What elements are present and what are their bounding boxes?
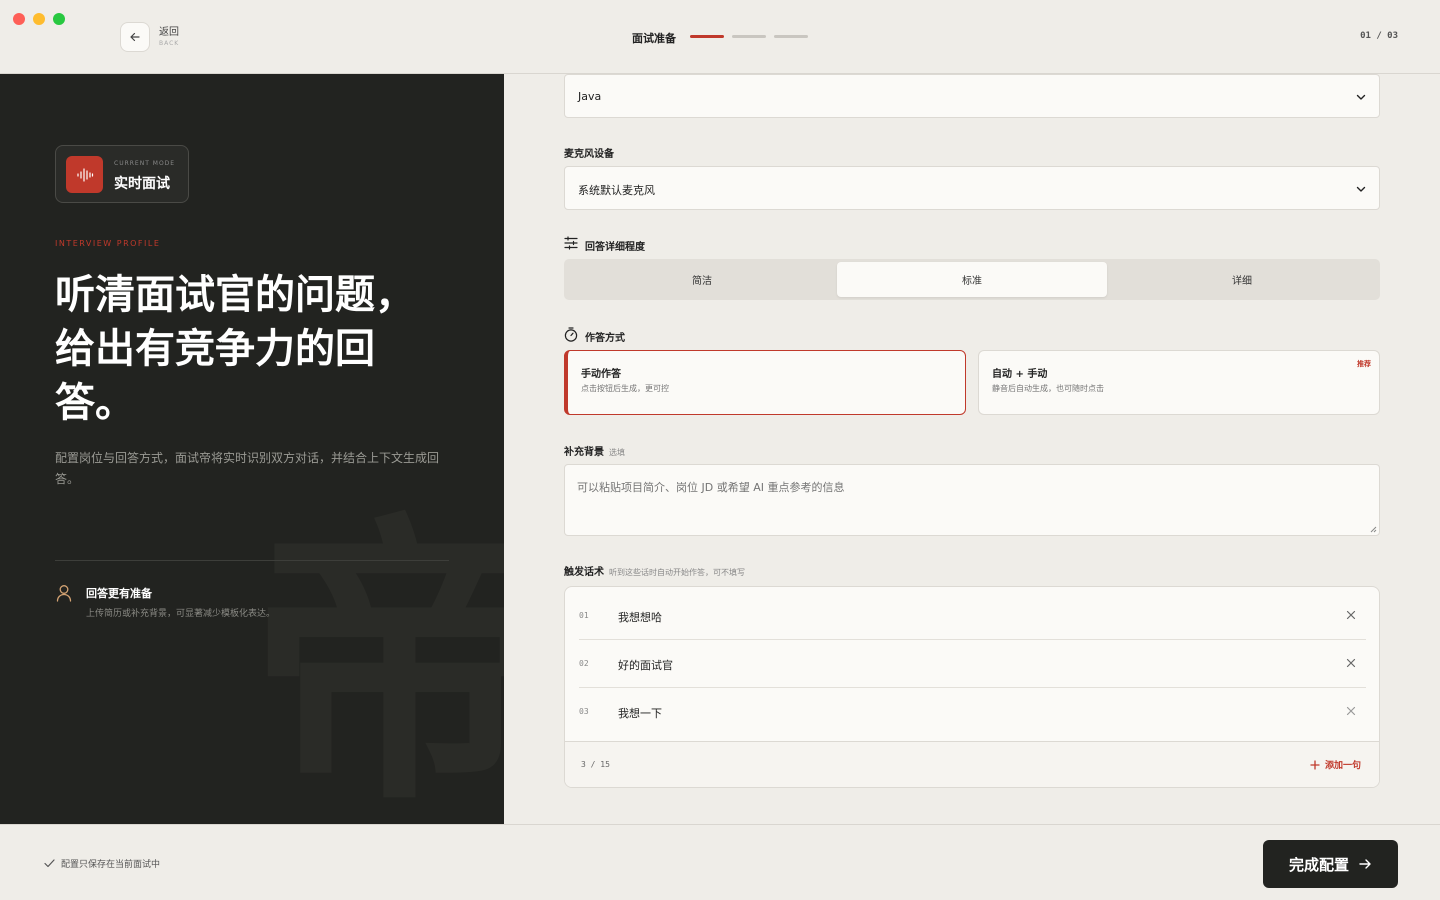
language-value: Java (578, 90, 602, 103)
trigger-phrase-row: 02 好的面试官 (579, 640, 1366, 688)
window-zoom-button[interactable] (53, 13, 65, 25)
detail-option-concise[interactable]: 简洁 (567, 262, 837, 297)
mode-name: 实时面试 (114, 176, 170, 192)
arrow-right-icon (1359, 859, 1371, 869)
answer-mode-manual[interactable]: 手动作答 点击按钮后生成，更可控 (564, 350, 966, 415)
phrase-number: 03 (579, 707, 589, 716)
save-note: 配置只保存在当前面试中 (44, 857, 160, 870)
phrase-list-footer: 3 / 15 添加一句 (565, 741, 1379, 787)
phrase-number: 01 (579, 611, 589, 620)
save-note-text: 配置只保存在当前面试中 (61, 860, 161, 870)
settings-form: Java 麦克风设备 系统默认麦克风 回答详细程度 简洁 标准 详细 作答方式 … (504, 74, 1440, 824)
answer-mode-auto[interactable]: 自动 + 手动 静音后自动生成，也可随时点击 推荐 (978, 350, 1380, 415)
headline: 听清面试官的问题，给出有竞争力的回答。 (55, 271, 415, 426)
recommended-badge: 推荐 (1357, 360, 1371, 368)
watermark-glyph: 帝 (250, 487, 504, 824)
chevron-down-icon (1356, 94, 1366, 100)
step-title: 面试准备 (632, 32, 676, 45)
step-indicator-3 (774, 35, 808, 38)
trigger-label-text: 触发话术 (564, 567, 604, 578)
plus-icon (1310, 759, 1320, 770)
arrow-left-icon (130, 32, 140, 42)
back-label-group: 返回 BACK (159, 28, 179, 47)
close-icon[interactable] (1346, 658, 1356, 668)
trigger-phrase-row: 01 我想想哈 (579, 592, 1366, 640)
feature-description: 上传简历或补充背景，可显著减少模板化表达。 (86, 609, 276, 619)
close-icon[interactable] (1346, 706, 1356, 716)
trigger-phrase-row: 03 我想一下 (579, 688, 1366, 736)
step-indicator-2 (732, 35, 766, 38)
phrase-text[interactable]: 我想一下 (618, 705, 662, 721)
check-icon (44, 859, 55, 868)
timer-icon (564, 327, 578, 342)
mic-select[interactable]: 系统默认麦克风 (564, 166, 1380, 210)
phrase-text[interactable]: 我想想哈 (618, 609, 662, 625)
back-sublabel: BACK (159, 40, 180, 47)
feature-title: 回答更有准备 (86, 587, 152, 600)
step-indicator-1 (690, 35, 724, 38)
phrase-text[interactable]: 好的面试官 (618, 657, 673, 673)
resize-handle-icon[interactable] (1370, 526, 1377, 533)
mic-label: 麦克风设备 (564, 149, 614, 160)
chevron-down-icon (1356, 186, 1366, 192)
mode-caption: CURRENT MODE (114, 160, 176, 167)
option-description: 点击按钮后生成，更可控 (581, 384, 669, 393)
profile-label: INTERVIEW PROFILE (55, 239, 161, 248)
window-close-button[interactable] (13, 13, 25, 25)
detail-label: 回答详细程度 (585, 242, 645, 253)
answer-mode-label: 作答方式 (585, 333, 625, 344)
footer-bar: 配置只保存在当前面试中 完成配置 (0, 824, 1440, 900)
background-label: 补充背景 选填 (564, 443, 625, 458)
close-icon[interactable] (1346, 610, 1356, 620)
title-bar: 返回 BACK 面试准备 01 / 03 (0, 0, 1440, 74)
option-title: 手动作答 (581, 369, 621, 380)
phrase-number: 02 (579, 659, 589, 668)
user-icon (56, 585, 72, 602)
language-select[interactable]: Java (564, 74, 1380, 118)
sliders-icon (564, 236, 578, 250)
trigger-hint: 听到这些话时自动开始作答，可不填写 (609, 568, 745, 577)
option-title: 自动 + 手动 (992, 369, 1048, 380)
phrase-count: 3 / 15 (581, 760, 610, 769)
detail-option-detailed[interactable]: 详细 (1107, 262, 1377, 297)
detail-segmented-control: 简洁 标准 详细 (564, 259, 1380, 300)
mic-value: 系统默认麦克风 (578, 184, 655, 197)
background-textarea[interactable] (564, 464, 1380, 536)
window-minimize-button[interactable] (33, 13, 45, 25)
option-description: 静音后自动生成，也可随时点击 (992, 384, 1104, 393)
description: 配置岗位与回答方式，面试帝将实时识别双方对话，并结合上下文生成回答。 (55, 451, 440, 486)
back-label: 返回 (159, 27, 179, 38)
divider (55, 560, 449, 561)
optional-hint: 选填 (609, 448, 625, 457)
background-label-text: 补充背景 (564, 447, 604, 458)
current-mode-card: CURRENT MODE 实时面试 (55, 145, 189, 203)
left-panel: 帝 CURRENT MODE 实时面试 INTERVIEW PROFILE 听清… (0, 74, 504, 824)
step-counter: 01 / 03 (1360, 31, 1398, 41)
add-phrase-button[interactable]: 添加一句 (1310, 758, 1361, 771)
add-phrase-label: 添加一句 (1324, 761, 1361, 771)
trigger-phrase-list: 01 我想想哈 02 好的面试官 03 我想一下 3 / 15 添加一句 (564, 586, 1380, 788)
finish-config-label: 完成配置 (1288, 855, 1349, 874)
finish-config-button[interactable]: 完成配置 (1263, 840, 1398, 888)
detail-option-standard[interactable]: 标准 (837, 262, 1107, 297)
waveform-icon (66, 156, 103, 193)
trigger-label: 触发话术 听到这些话时自动开始作答，可不填写 (564, 563, 745, 578)
back-button[interactable] (120, 22, 150, 52)
